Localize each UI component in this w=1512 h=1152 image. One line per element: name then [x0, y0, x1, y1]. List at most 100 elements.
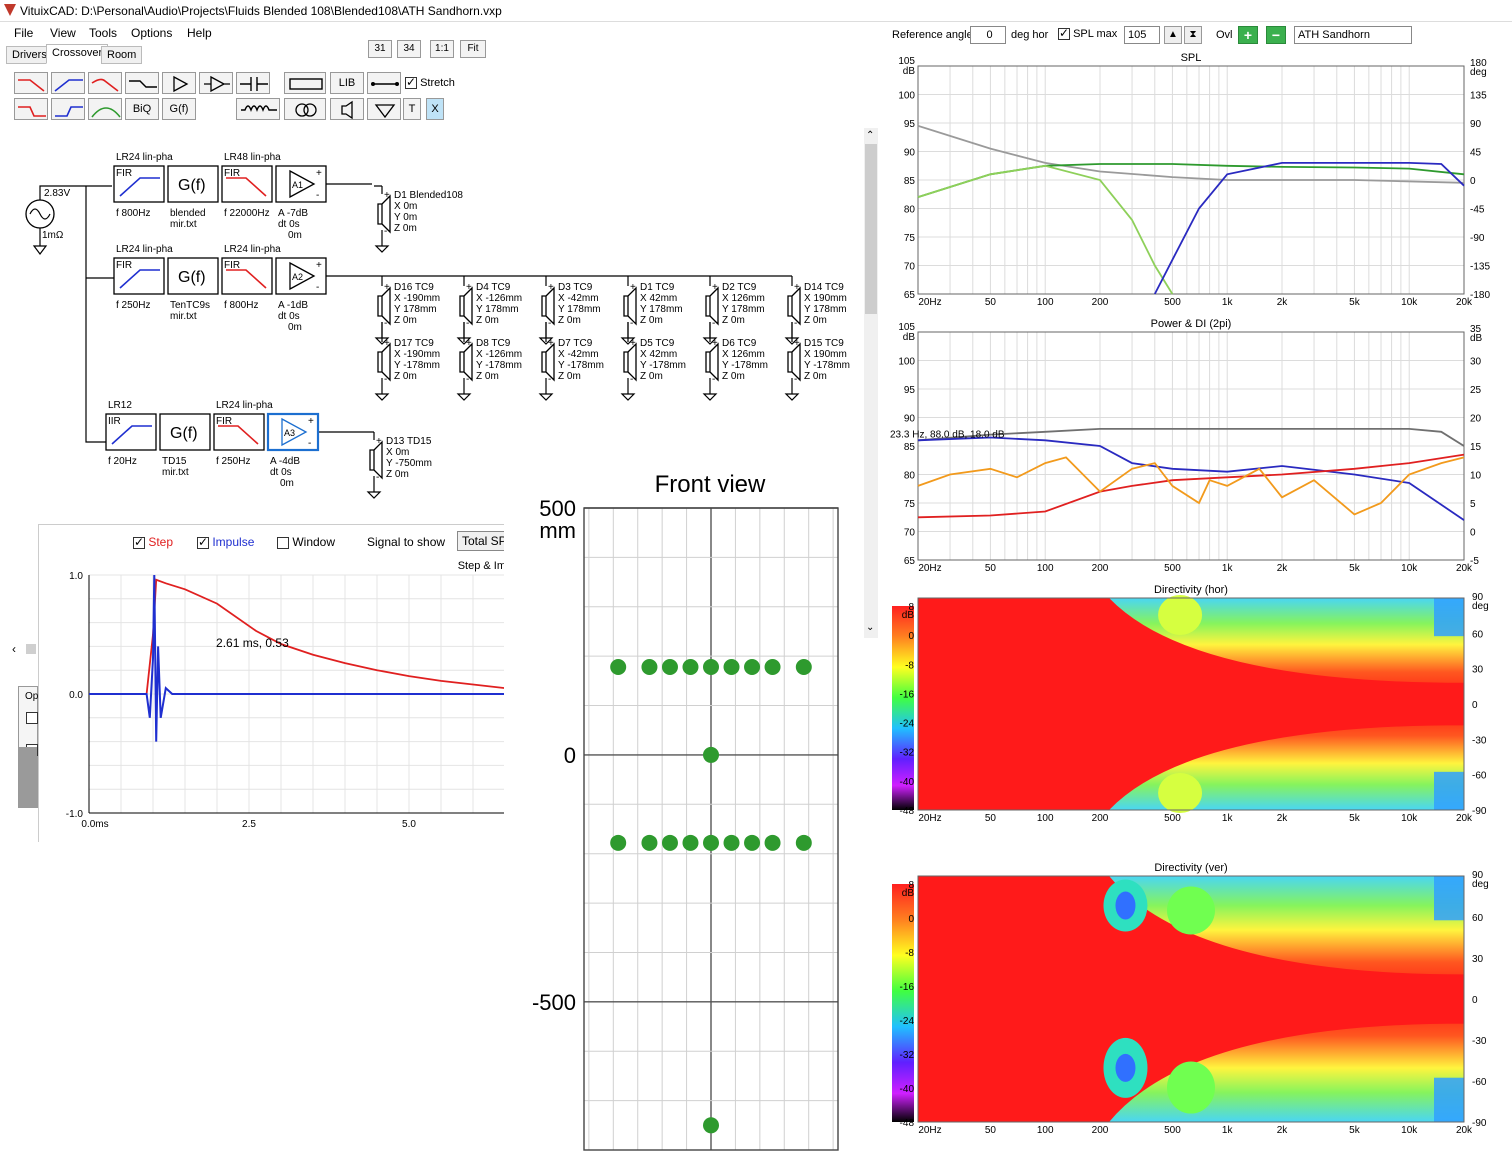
x-tick: 50: [985, 813, 997, 824]
plus-sign: +: [630, 338, 636, 349]
x-tick: 100: [1037, 297, 1054, 308]
y2-unit: deg: [1470, 67, 1487, 78]
colorbar-tick: -8: [905, 660, 914, 671]
scroll-left-arrow-icon[interactable]: ‹: [12, 642, 16, 656]
x-tick: 1k: [1222, 1125, 1234, 1136]
biquad-button[interactable]: BiQ: [125, 98, 159, 120]
x-tick: 100: [1037, 1125, 1054, 1136]
ground-button[interactable]: [367, 98, 401, 120]
window-checkbox[interactable]: [277, 536, 289, 549]
scroll-down-arrow-icon[interactable]: ⌄: [866, 622, 874, 633]
options-label: Op: [25, 691, 39, 702]
amplifier-button[interactable]: [162, 72, 196, 94]
step-checkbox[interactable]: [133, 535, 145, 549]
scroll-up-arrow-icon[interactable]: ⌃: [866, 130, 874, 141]
minus-sign: -: [548, 318, 551, 329]
driver-z: Z 0m: [640, 315, 663, 326]
transformer-button[interactable]: [284, 98, 326, 120]
y-tick: 80: [904, 205, 916, 216]
driver-position-dot: [641, 659, 658, 676]
add-overlay-icon[interactable]: +: [1238, 26, 1258, 44]
h-scrollbar-thumb[interactable]: [26, 644, 36, 654]
y2-tick: -45: [1470, 205, 1485, 216]
resistor-icon: [289, 78, 323, 90]
menu-view[interactable]: View: [50, 26, 76, 40]
zoom-1to1-button[interactable]: 1:1: [430, 40, 454, 58]
highpass-blue-button[interactable]: [51, 72, 85, 94]
delete-button[interactable]: X: [426, 98, 444, 120]
filter-freq: f 800Hz: [224, 300, 258, 311]
driver-position-dot: [682, 659, 699, 676]
x-tick: 5k: [1349, 297, 1361, 308]
wire-button[interactable]: [367, 72, 401, 94]
text-button[interactable]: T: [403, 98, 421, 120]
filter-type: FIR: [116, 168, 132, 179]
spl-max-checkbox[interactable]: [1058, 26, 1070, 41]
cursor-annotation: 23.3 Hz, 88.0 dB, 18.0 dB: [890, 429, 1005, 440]
minus-sign: -: [466, 318, 469, 329]
bandpass-green-button[interactable]: [88, 98, 122, 120]
front-view-chart: Front view5000-500mm: [504, 462, 864, 1152]
menu-file[interactable]: File: [14, 26, 33, 40]
step-chart-title: Step & Impulse: [458, 560, 505, 572]
spl-max-auto-icon[interactable]: ⧗: [1184, 26, 1202, 44]
y-tick: 85: [904, 442, 916, 453]
driver-button[interactable]: [330, 98, 364, 120]
menu-help[interactable]: Help: [187, 26, 212, 40]
x-tick: 200: [1092, 563, 1109, 574]
x-tick: 200: [1092, 1125, 1109, 1136]
menu-tools[interactable]: Tools: [89, 26, 117, 40]
allpass-button[interactable]: [125, 72, 159, 94]
menu-options[interactable]: Options: [131, 26, 172, 40]
gf-button[interactable]: G(f): [162, 98, 196, 120]
highpass-blue2-button[interactable]: [51, 98, 85, 120]
app-icon: [4, 4, 16, 16]
gf-file-ext: mir.txt: [170, 219, 197, 230]
filter-title: LR24 lin-pha: [216, 400, 273, 411]
y2-tick: -90: [1472, 806, 1487, 817]
y-tick: 95: [904, 119, 916, 130]
x-tick: 50: [985, 1125, 997, 1136]
lowpass-red2-button[interactable]: [14, 98, 48, 120]
driver-x: X 42mm: [640, 349, 677, 360]
stretch-checkbox[interactable]: [405, 75, 417, 90]
tab-room[interactable]: Room: [101, 46, 143, 64]
spl-max-input[interactable]: 105: [1124, 26, 1160, 44]
driver-position-dot: [610, 659, 627, 676]
buffer-button[interactable]: [199, 72, 233, 94]
zoom-fit-button[interactable]: Fit: [460, 40, 486, 58]
y-tick: 80: [904, 471, 916, 482]
y2-tick: 15: [1470, 442, 1482, 453]
driver-y: Y 178mm: [722, 304, 765, 315]
lowpass-peak-button[interactable]: [88, 72, 122, 94]
remove-overlay-icon[interactable]: −: [1266, 26, 1286, 44]
signal-select[interactable]: Total SPL: [457, 531, 505, 551]
inductor-button[interactable]: [236, 98, 280, 120]
capacitor-button[interactable]: [236, 72, 270, 94]
plus-sign: +: [712, 338, 718, 349]
library-button[interactable]: LIB: [330, 72, 364, 94]
y-tick: 85: [904, 176, 916, 187]
colorbar-tick: -8: [905, 948, 914, 959]
schematic-scrollbar[interactable]: ⌃ ⌄: [864, 128, 878, 638]
overlay-name-input[interactable]: ATH Sandhorn: [1294, 26, 1412, 44]
spl-max-spin-icon[interactable]: ▲: [1164, 26, 1182, 44]
gf-file-ext: mir.txt: [170, 311, 197, 322]
x-tick: 5k: [1349, 563, 1361, 574]
resistor-button[interactable]: [284, 72, 326, 94]
filter-title: LR48 lin-pha: [224, 152, 281, 163]
option-checkbox-1[interactable]: [26, 712, 38, 725]
zoom-34-button[interactable]: 34: [397, 40, 421, 58]
zoom-31-button[interactable]: 31: [368, 40, 392, 58]
tab-crossover[interactable]: Crossover: [46, 44, 109, 64]
impulse-checkbox[interactable]: [197, 535, 209, 549]
scrollbar-thumb[interactable]: [865, 144, 877, 314]
driver-name: D13 TD15: [386, 436, 432, 447]
reference-angle-input[interactable]: 0: [970, 26, 1006, 44]
x-tick: 100: [1037, 563, 1054, 574]
bandpass-icon: [91, 107, 121, 118]
lowpass-red-button[interactable]: [14, 72, 48, 94]
driver-z: Z 0m: [640, 371, 663, 382]
amplifier-label: A2: [292, 272, 303, 282]
driver-x: X 42mm: [640, 293, 677, 304]
